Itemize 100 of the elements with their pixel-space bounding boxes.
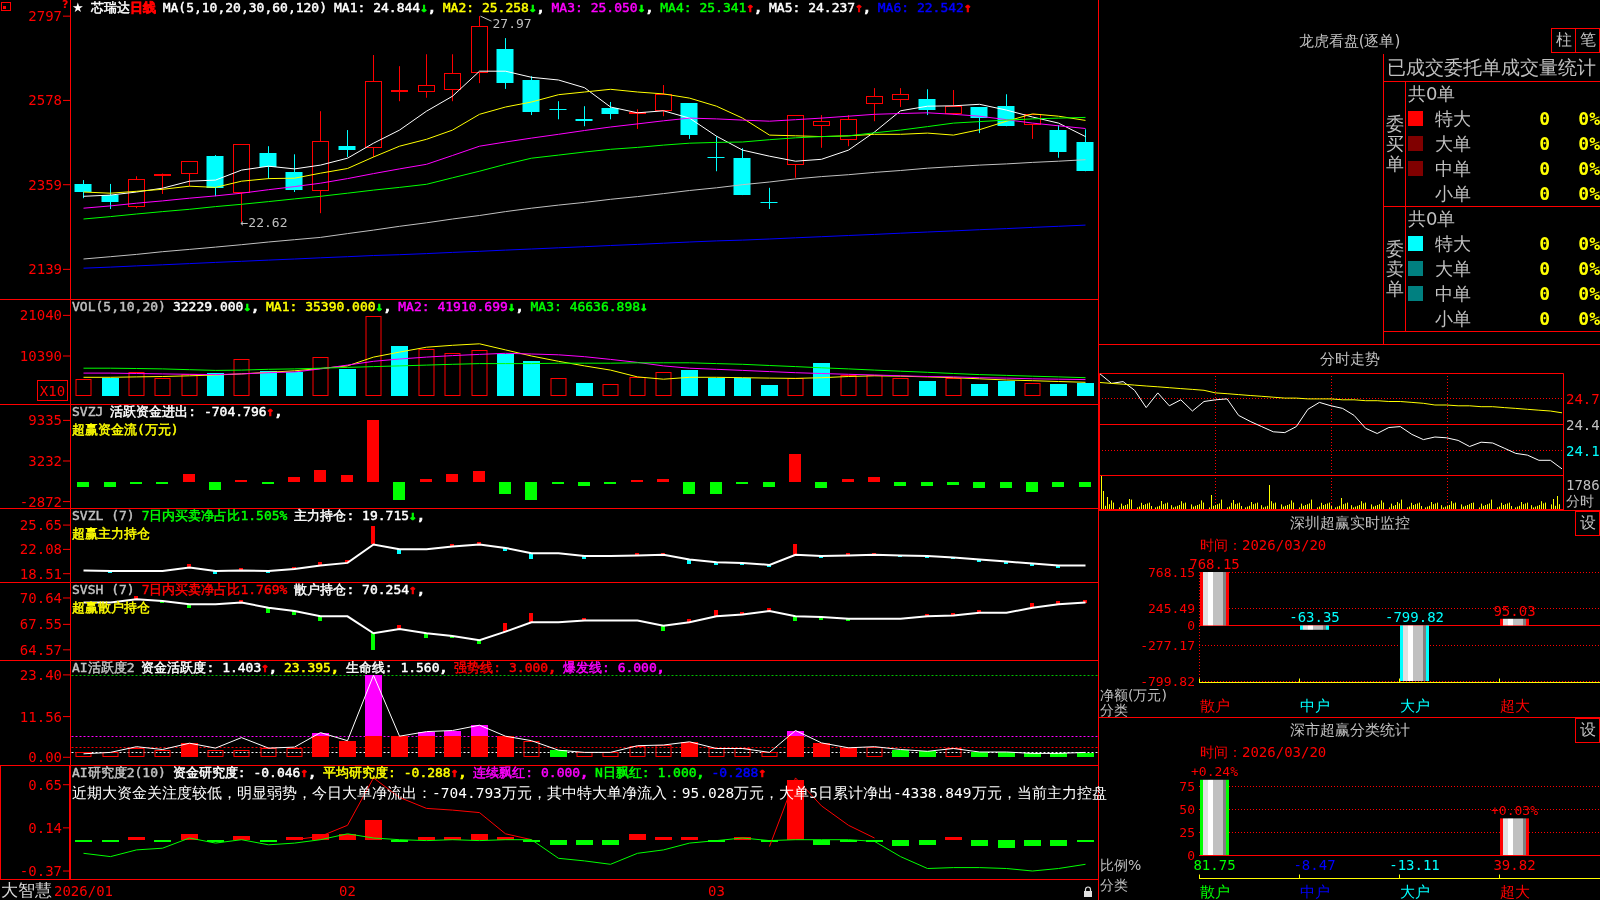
change-marker	[977, 610, 981, 613]
indicator-bar	[919, 840, 936, 845]
volume-bar	[523, 361, 540, 396]
axis-title: 分类	[1100, 702, 1128, 717]
change-label: +0.24%	[1191, 764, 1238, 780]
flow-bar	[209, 482, 221, 490]
change-marker	[740, 563, 744, 565]
indicator-bar	[286, 837, 303, 840]
axis-title: 净额(万元)	[1100, 687, 1167, 703]
indicator-bar	[339, 741, 356, 757]
flow-bar	[894, 482, 906, 486]
category-label: 大户	[1400, 883, 1430, 900]
flow-bar	[973, 482, 985, 488]
axis-label: 245.49	[1148, 601, 1195, 616]
category-label: 大户	[1400, 697, 1430, 715]
legend-text: ,	[330, 660, 339, 675]
legend-text: MA2: 41910.699	[398, 299, 508, 314]
change-marker	[239, 600, 243, 603]
axis-label: 2797	[28, 8, 62, 25]
indicator-bar	[260, 840, 277, 842]
axis-label: 23.40	[19, 666, 62, 683]
change-marker	[477, 542, 481, 544]
indicator-bar	[523, 741, 540, 757]
indicator-bar	[128, 748, 145, 757]
legend-text: N日飘红: 1.000	[595, 765, 697, 780]
volume-bar	[260, 371, 277, 396]
order-type: 中单	[1435, 156, 1471, 181]
indicator-bar	[365, 820, 382, 840]
order-percent: 0%	[1578, 308, 1600, 329]
order-type: 特大	[1435, 231, 1471, 256]
settings-button[interactable]: 设	[1575, 718, 1600, 743]
legend-text: ↑	[758, 765, 767, 780]
indicator-bar	[919, 751, 936, 757]
legend-text: 主力持仓: 19.715	[294, 508, 410, 523]
change-label: +0.03%	[1491, 802, 1538, 818]
indicator-bar	[681, 837, 698, 840]
panel-title: 分时走势	[1319, 349, 1380, 369]
axis-label: 0	[1187, 618, 1195, 633]
flow-bar	[367, 420, 379, 482]
order-total: 共0单	[1408, 82, 1456, 106]
date-label: 2026/01	[54, 883, 113, 899]
order-percent: 0%	[1578, 258, 1600, 279]
change-marker	[687, 559, 691, 564]
legend-text: AI研究度2(10)	[72, 765, 166, 780]
order-percent: 0%	[1578, 108, 1600, 129]
axis-label: 0.00	[28, 749, 62, 765]
indicator-bar	[708, 748, 725, 757]
indicator-bar	[102, 752, 119, 757]
volume-bar	[497, 354, 514, 396]
volume-bar	[181, 374, 198, 396]
legend-text: 资金研究度: -0.046	[172, 765, 301, 780]
indicator-bar	[75, 752, 92, 757]
flow-bar	[288, 477, 300, 482]
axis-label: 2578	[28, 92, 62, 109]
indicator-bar	[181, 743, 198, 757]
indicator-bar	[418, 837, 435, 840]
flow-bar	[657, 479, 669, 482]
volume-bar	[471, 350, 488, 396]
indicator-bar	[681, 742, 698, 757]
axis-label: 75	[1179, 779, 1195, 794]
flow-bar	[789, 454, 801, 482]
legend-text: ,	[656, 660, 665, 675]
change-marker	[503, 548, 507, 551]
mode-button[interactable]: 笔	[1575, 28, 1600, 53]
legend-text: SVZJ	[72, 404, 104, 419]
legend-text: ,	[274, 404, 283, 419]
side-label: 委买单	[1385, 114, 1404, 174]
change-marker	[1004, 562, 1008, 564]
change-marker	[687, 619, 691, 622]
indicator-bar	[260, 748, 277, 757]
volume-bar	[154, 378, 171, 396]
mode-button[interactable]: 柱	[1551, 28, 1576, 53]
legend-text: 7日内买卖净占比1.505%	[141, 508, 288, 523]
axis-label: 0.14	[28, 819, 62, 836]
volume-bar	[550, 378, 567, 396]
brand-label: 大智慧	[1, 880, 52, 900]
category-label: 中户	[1300, 883, 1330, 900]
change-marker	[450, 636, 454, 638]
legend-text: 连续飘红: 0.000	[473, 765, 581, 780]
volume-bar	[892, 378, 909, 396]
settings-button[interactable]: 设	[1575, 511, 1600, 536]
change-marker	[1083, 600, 1087, 603]
volume-bar	[1024, 383, 1041, 396]
indicator-bar	[1077, 753, 1094, 757]
time-text: 时间：2026/03/20	[1200, 744, 1327, 762]
value-label: -8.47	[1293, 857, 1336, 873]
order-type: 大单	[1435, 256, 1471, 281]
flow-bar	[1000, 482, 1012, 488]
change-marker	[160, 601, 164, 603]
lock-icon[interactable]	[1083, 886, 1093, 897]
volume-bar	[602, 384, 619, 396]
chart-bar	[1500, 818, 1529, 855]
date-label: 03	[708, 883, 725, 899]
change-marker	[846, 553, 850, 555]
change-marker	[635, 553, 639, 555]
volume-bar	[102, 378, 119, 396]
volume-bar	[1050, 384, 1067, 396]
change-marker	[397, 549, 401, 554]
window-icon[interactable]	[1, 2, 11, 11]
change-marker	[345, 560, 349, 563]
